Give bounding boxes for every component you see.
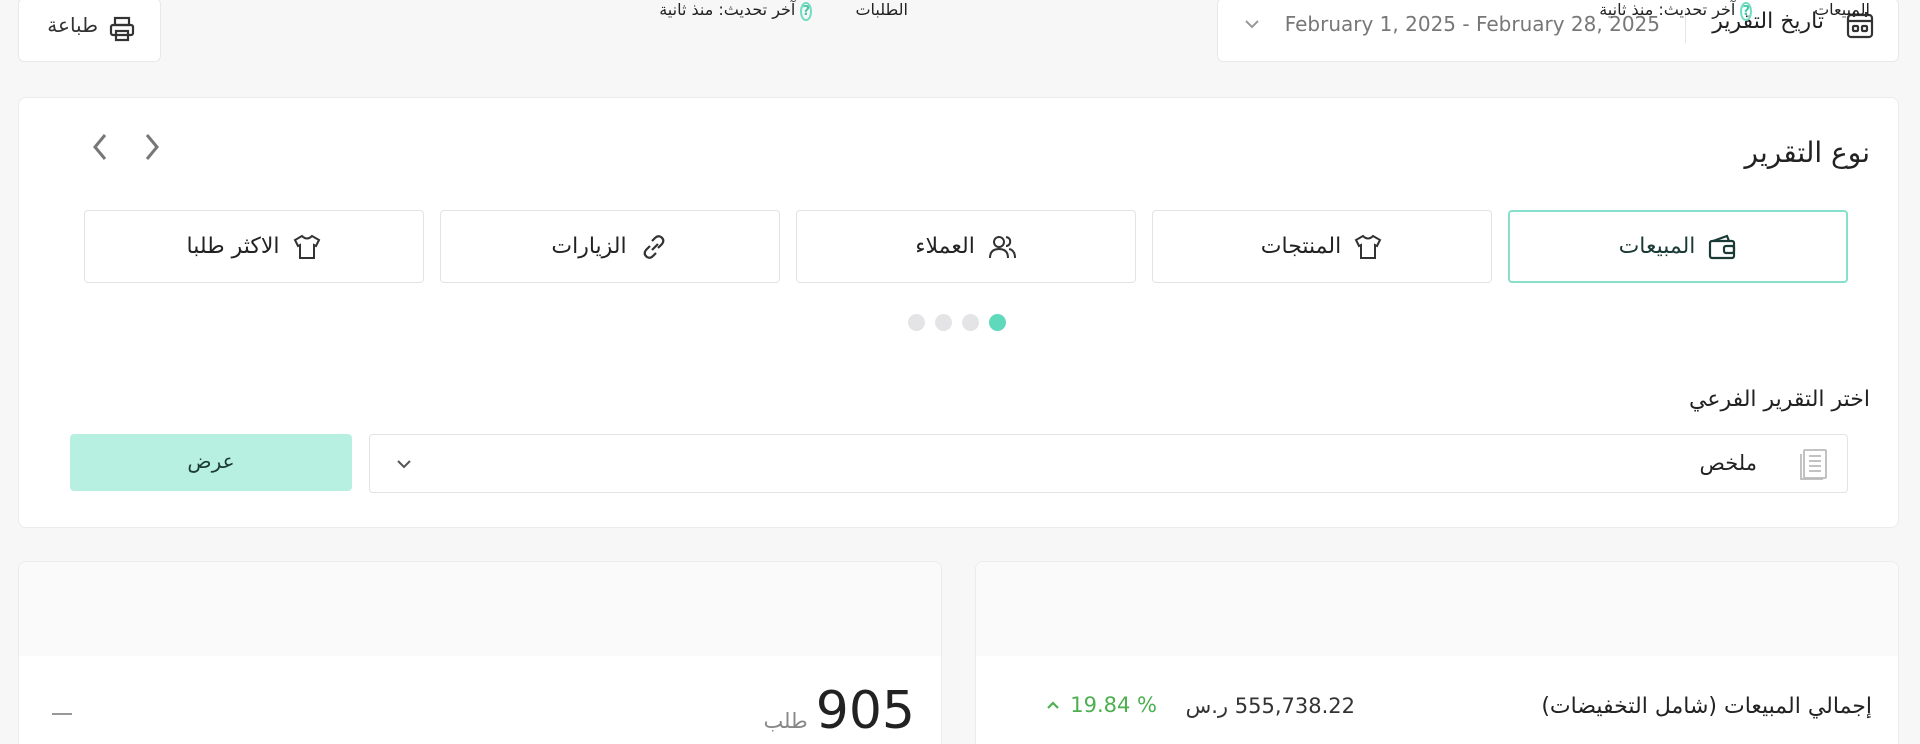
show-button[interactable]: عرض (70, 434, 352, 491)
tab-most-ordered[interactable]: الاكثر طلبا (84, 210, 424, 283)
sub-report-value: ملخص (1699, 451, 1757, 475)
help-icon[interactable]: ? (800, 2, 812, 21)
print-label: طباعة (47, 13, 98, 37)
pagination-dot[interactable] (935, 314, 952, 331)
tshirt-icon (1353, 233, 1383, 261)
last-updated-text: آخر تحديث: منذ ثانية (1599, 0, 1736, 19)
card-header (976, 562, 1898, 656)
wallet-icon (1707, 233, 1737, 261)
total-sales-label: إجمالي المبيعات (شامل التخفيضات) (1541, 694, 1872, 719)
tab-label: الزيارات (551, 234, 627, 259)
pagination-dot[interactable] (908, 314, 925, 331)
users-icon (987, 233, 1017, 261)
tshirt-icon (292, 233, 322, 261)
chevron-left-icon[interactable] (92, 132, 108, 162)
dash-indicator (52, 713, 72, 715)
help-icon[interactable]: ? (1740, 2, 1752, 21)
orders-card-title: الطلبات (855, 0, 908, 19)
tab-label: الاكثر طلبا (186, 234, 280, 259)
total-sales-amount: 555,738.22 ر.س (1185, 694, 1355, 718)
document-icon (1799, 448, 1829, 480)
report-type-title: نوع التقرير (1744, 136, 1870, 169)
last-updated-text: آخر تحديث: منذ ثانية (659, 0, 796, 19)
chevron-down-icon[interactable] (1244, 19, 1260, 29)
sales-change: 19.84 % (1046, 693, 1157, 717)
tab-label: العملاء (915, 234, 975, 259)
pagination-dot[interactable] (962, 314, 979, 331)
tab-visits[interactable]: الزيارات (440, 210, 780, 283)
tab-label: المنتجات (1260, 234, 1342, 259)
sub-report-label: اختر التقرير الفرعي (1688, 387, 1870, 412)
chevron-up-icon (1046, 700, 1060, 710)
tab-sales[interactable]: المبيعات (1508, 210, 1848, 283)
orders-unit: طلب (763, 709, 808, 733)
print-button[interactable]: طباعة (18, 0, 161, 62)
tab-customers[interactable]: العملاء (796, 210, 1136, 283)
carousel-pagination (908, 314, 1006, 331)
pagination-dot-active[interactable] (989, 314, 1006, 331)
printer-icon (108, 15, 136, 43)
chevron-down-icon[interactable] (396, 459, 412, 469)
link-icon (639, 233, 669, 261)
report-date-picker[interactable]: تاريخ التقرير February 1, 2025 - Februar… (1217, 0, 1899, 62)
sales-change-value: 19.84 % (1070, 693, 1157, 717)
card-header (19, 562, 941, 656)
tab-products[interactable]: المنتجات (1152, 210, 1492, 283)
sales-card-title: المبيعات (1814, 0, 1870, 19)
orders-count-value: 905 (815, 681, 915, 741)
last-updated: ? آخر تحديث: منذ ثانية (1599, 0, 1752, 21)
orders-count: 905 طلب (763, 681, 915, 741)
last-updated: ? آخر تحديث: منذ ثانية (659, 0, 812, 21)
tab-label: المبيعات (1618, 234, 1696, 259)
sub-report-select[interactable]: ملخص (369, 434, 1848, 493)
chevron-right-icon[interactable] (144, 132, 160, 162)
